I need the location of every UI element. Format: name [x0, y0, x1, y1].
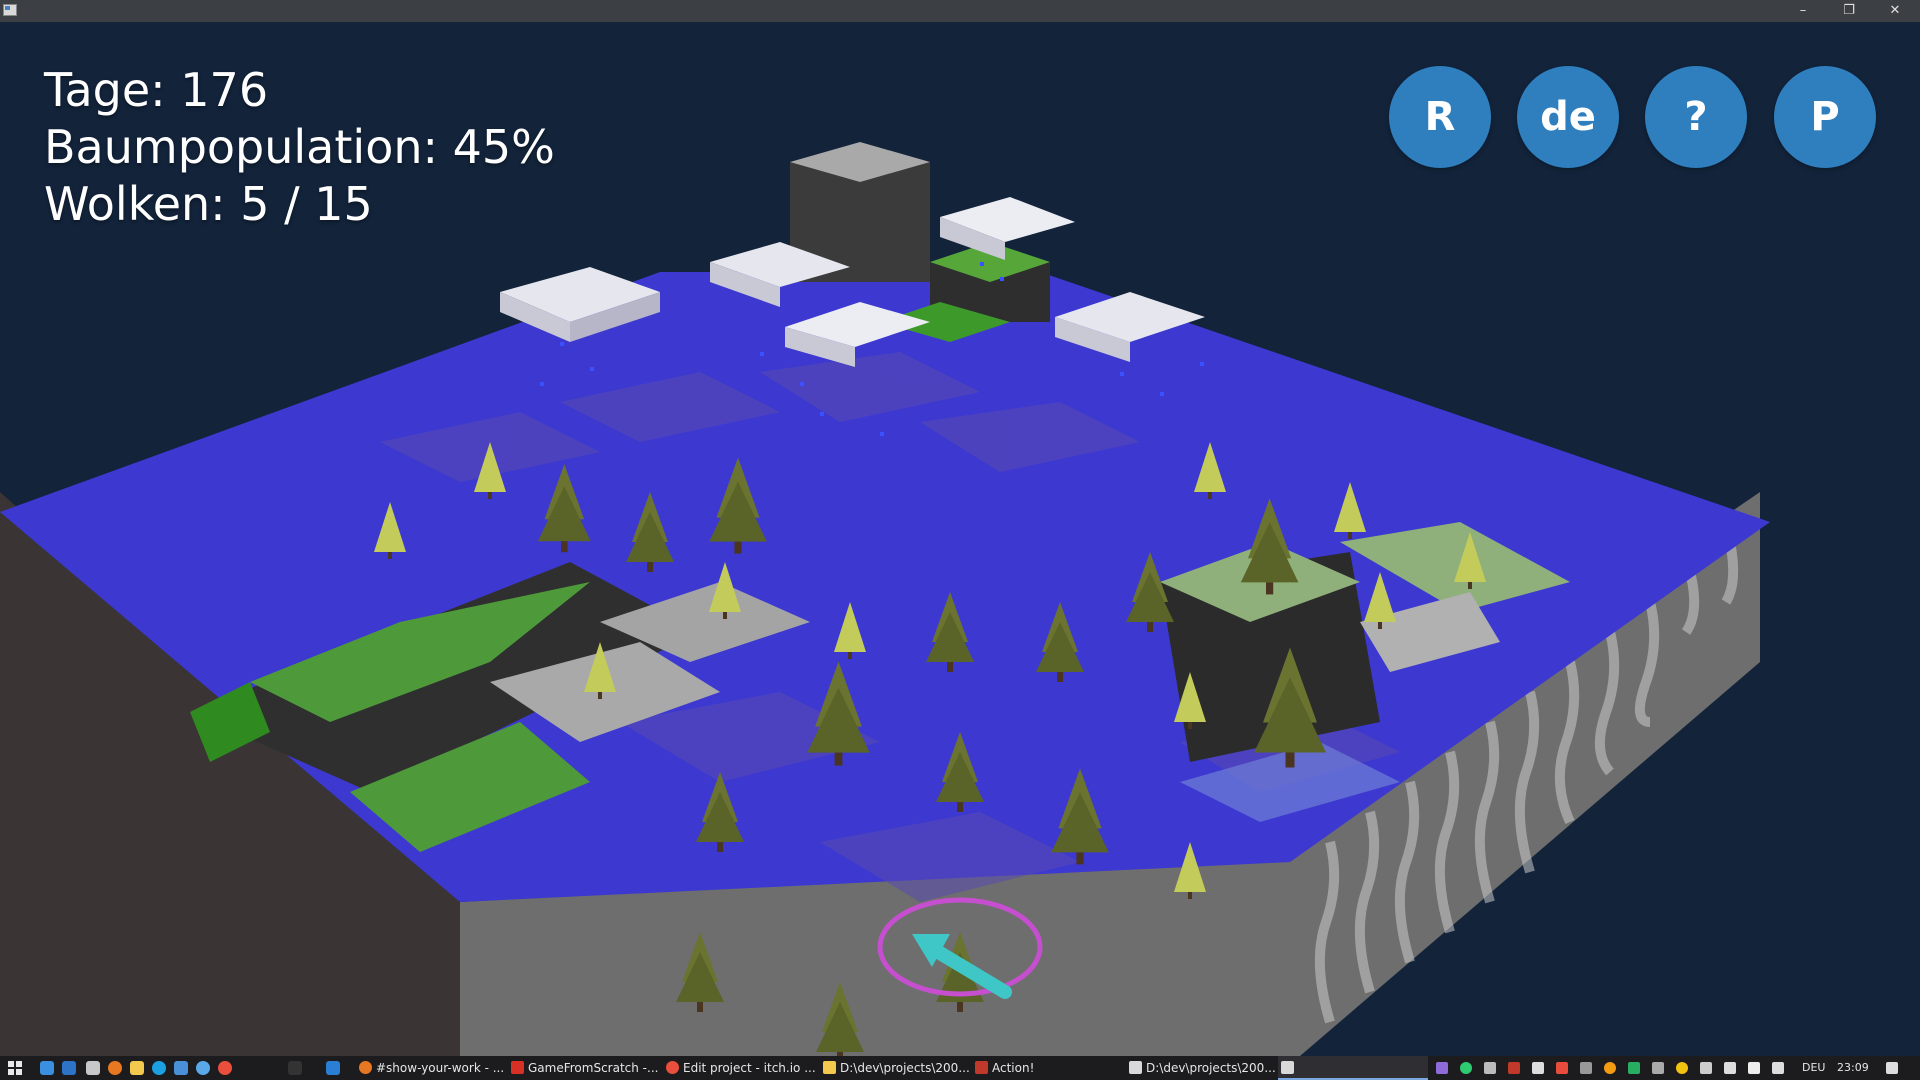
- taskbar-task[interactable]: GameFromScratch -...: [508, 1056, 658, 1080]
- terminal-icon[interactable]: [288, 1061, 302, 1075]
- window-titlebar: – ❐ ✕: [0, 0, 1920, 22]
- vscode-icon[interactable]: [326, 1061, 340, 1075]
- restore-button[interactable]: ❐: [1826, 0, 1872, 22]
- status-hud: Tage: 176 Baumpopulation: 45% Wolken: 5 …: [44, 62, 555, 233]
- taskbar-task[interactable]: D:\dev\projects\200...: [1126, 1056, 1276, 1080]
- battery-icon[interactable]: [1700, 1062, 1712, 1074]
- taskbar-task[interactable]: Edit project - itch.io ...: [663, 1056, 815, 1080]
- firefox-icon: [359, 1061, 372, 1074]
- window-icon: [1129, 1061, 1142, 1074]
- help-button[interactable]: ?: [1645, 66, 1747, 168]
- notification-icon[interactable]: [1886, 1062, 1898, 1074]
- app-icon: [3, 4, 17, 16]
- taskbar-task[interactable]: Action!: [972, 1056, 1122, 1080]
- action-recorder-icon: [975, 1061, 988, 1074]
- language-button[interactable]: de: [1517, 66, 1619, 168]
- dropbox-icon[interactable]: [1748, 1062, 1760, 1074]
- info-icon[interactable]: [196, 1061, 210, 1075]
- tray-monitor-icon[interactable]: [1628, 1062, 1640, 1074]
- taskbar-task-active[interactable]: [1278, 1056, 1428, 1080]
- steam-icon[interactable]: [174, 1061, 188, 1075]
- notes-icon[interactable]: [130, 1061, 144, 1075]
- tray-keyboard-icon[interactable]: [1652, 1062, 1664, 1074]
- tray-usb-icon[interactable]: [1484, 1062, 1496, 1074]
- tray-pen-icon[interactable]: [1436, 1062, 1448, 1074]
- tray-action-icon[interactable]: [1508, 1062, 1520, 1074]
- days-counter: Tage: 176: [44, 63, 269, 117]
- restart-button[interactable]: R: [1389, 66, 1491, 168]
- tray-printer-icon[interactable]: [1580, 1062, 1592, 1074]
- minimize-button[interactable]: –: [1780, 0, 1826, 22]
- chrome-icon[interactable]: [218, 1061, 232, 1075]
- volume-icon[interactable]: [1772, 1062, 1784, 1074]
- tray-app-icon[interactable]: [1532, 1062, 1544, 1074]
- taskbar-task[interactable]: D:\dev\projects\200...: [820, 1056, 970, 1080]
- tray-check-icon[interactable]: [1460, 1062, 1472, 1074]
- windows-start-icon[interactable]: [8, 1061, 22, 1075]
- taskbar-task[interactable]: #show-your-work - ...: [356, 1056, 506, 1080]
- game-viewport[interactable]: Tage: 176 Baumpopulation: 45% Wolken: 5 …: [0, 22, 1920, 1056]
- input-language[interactable]: DEU: [1802, 1056, 1825, 1080]
- folder-icon: [823, 1061, 836, 1074]
- clouds-counter: Wolken: 5 / 15: [44, 177, 373, 231]
- explorer-icon[interactable]: [62, 1061, 76, 1075]
- chrome-icon: [666, 1061, 679, 1074]
- tray-search-icon[interactable]: [1604, 1062, 1616, 1074]
- pause-button[interactable]: P: [1774, 66, 1876, 168]
- tray-mail-icon[interactable]: [1556, 1062, 1568, 1074]
- clock[interactable]: 23:09: [1837, 1056, 1869, 1080]
- gmail-icon: [511, 1061, 524, 1074]
- task-view-icon[interactable]: [40, 1061, 54, 1075]
- tree-population-stat: Baumpopulation: 45%: [44, 120, 555, 174]
- tray-weather-icon[interactable]: [1676, 1062, 1688, 1074]
- wifi-icon[interactable]: [1724, 1062, 1736, 1074]
- skype-icon[interactable]: [152, 1061, 166, 1075]
- close-button[interactable]: ✕: [1872, 0, 1918, 22]
- game-window-icon: [1281, 1061, 1294, 1074]
- taskbar: #show-your-work - ... GameFromScratch -.…: [0, 1056, 1920, 1080]
- firefox-icon[interactable]: [108, 1061, 122, 1075]
- app-pin-icon[interactable]: [86, 1061, 100, 1075]
